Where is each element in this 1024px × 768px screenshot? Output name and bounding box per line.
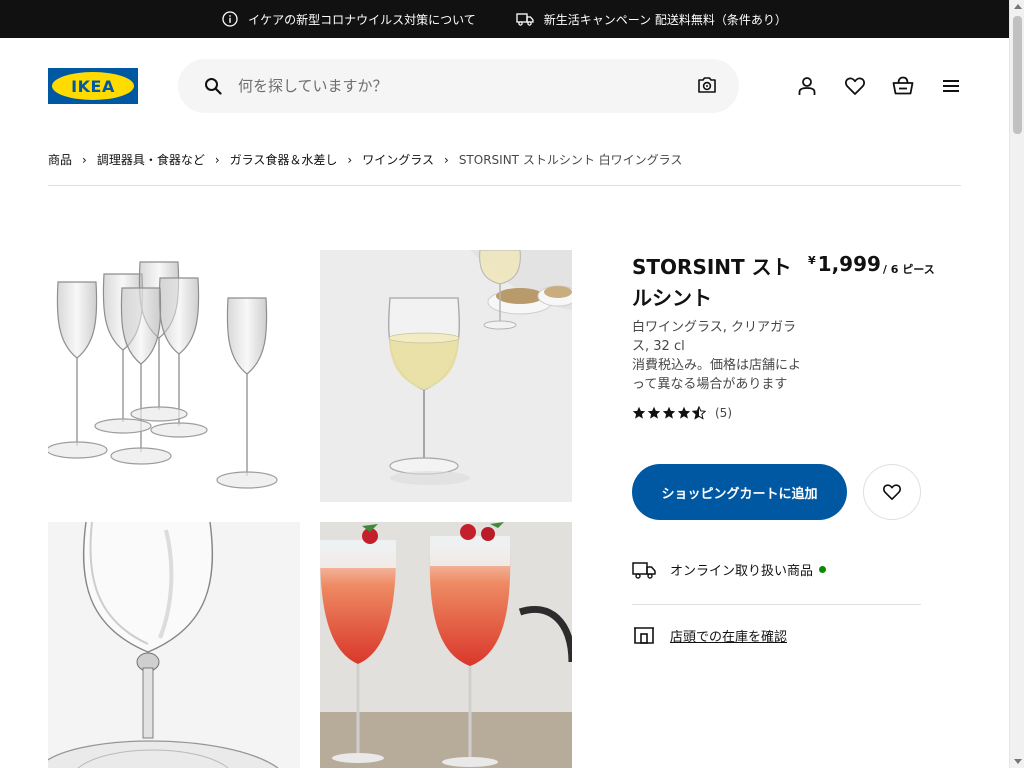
breadcrumb-separator: › [214,152,220,167]
campaign-text: 新生活キャンペーン 配送料無料（条件あり） [543,12,787,27]
product-image-cocktails[interactable] [320,522,572,768]
logo-oval: IKEA [52,72,134,100]
info-icon [222,11,238,27]
product-type-text: 白ワイングラス, クリアガラス, 32 cl [632,320,797,354]
product-price: ¥ 1,999 / 6 ピース [808,252,935,277]
heart-icon[interactable] [843,74,867,98]
covid-notice-link[interactable]: イケアの新型コロナウイルス対策について [222,11,476,28]
price-amount: 1,999 [817,252,881,276]
star-icon [662,406,676,419]
availability-status-dot [819,566,827,573]
product-name: STORSINT ストルシント [632,255,792,310]
scrollbar-thumb[interactable] [1013,16,1022,134]
half-star-icon [692,406,706,420]
search-input[interactable] [238,73,678,99]
product-description: 白ワイングラス, クリアガラス, 32 cl 消費税込み。価格は店舗によって異な… [632,318,807,394]
user-icon[interactable] [795,74,819,98]
star-icon [647,406,661,419]
breadcrumb-item-kitchenware[interactable]: 調理器具・食器など [97,151,205,168]
availability-text: オンライン取り扱い商品 [670,564,814,579]
price-unit: / 6 ピース [882,263,935,276]
store-stock-check[interactable]: 店頭での在庫を確認 [632,625,787,645]
breadcrumb: 商品 › 調理器具・食器など › ガラス食器＆水差し › ワイングラス › ST… [48,151,682,168]
menu-icon[interactable] [939,74,963,98]
page-scrollbar[interactable] [1009,0,1024,768]
cart-icon[interactable] [891,74,915,98]
ikea-logo[interactable]: IKEA [48,68,138,104]
store-stock-link[interactable]: 店頭での在庫を確認 [670,626,787,645]
scroll-up-arrow-icon[interactable] [1014,4,1022,9]
online-availability: オンライン取り扱い商品 [632,560,827,579]
product-image-set[interactable] [48,250,300,502]
breadcrumb-separator: › [82,152,87,167]
store-icon [634,627,654,644]
rating-count: (5) [715,406,732,420]
star-icon [677,406,691,419]
breadcrumb-item-glassware[interactable]: ガラス食器＆水差し [230,151,338,168]
logo-text: IKEA [71,76,115,96]
product-rating[interactable]: (5) [632,406,732,420]
camera-search-icon[interactable] [697,76,717,94]
breadcrumb-separator: › [347,152,353,167]
add-to-cart-button[interactable]: ショッピングカートに追加 [632,464,847,520]
tax-notice-text: 消費税込み。価格は店舗によって異なる場合があります [632,358,802,392]
star-icon [632,406,646,419]
truck-icon [632,561,656,579]
truck-icon [516,13,534,26]
breadcrumb-item-products[interactable]: 商品 [48,151,72,168]
campaign-link[interactable]: 新生活キャンペーン 配送料無料（条件あり） [516,11,787,28]
price-currency: ¥ [808,254,816,267]
add-to-wishlist-button[interactable] [863,464,921,520]
search-icon[interactable] [204,77,222,95]
heart-icon [883,484,901,501]
product-image-white-wine[interactable] [320,250,572,502]
top-banner: イケアの新型コロナウイルス対策について 新生活キャンペーン 配送料無料（条件あり… [0,0,1009,38]
product-image-closeup[interactable] [48,522,300,768]
breadcrumb-current: STORSINT ストルシント 白ワイングラス [458,153,683,167]
search-bar[interactable] [178,59,739,113]
breadcrumb-item-wine-glasses[interactable]: ワイングラス [362,151,434,168]
breadcrumb-separator: › [444,152,449,167]
header-divider [48,185,961,186]
scroll-down-arrow-icon[interactable] [1014,759,1022,764]
availability-divider [632,604,921,605]
covid-notice-text: イケアの新型コロナウイルス対策について [248,12,476,27]
